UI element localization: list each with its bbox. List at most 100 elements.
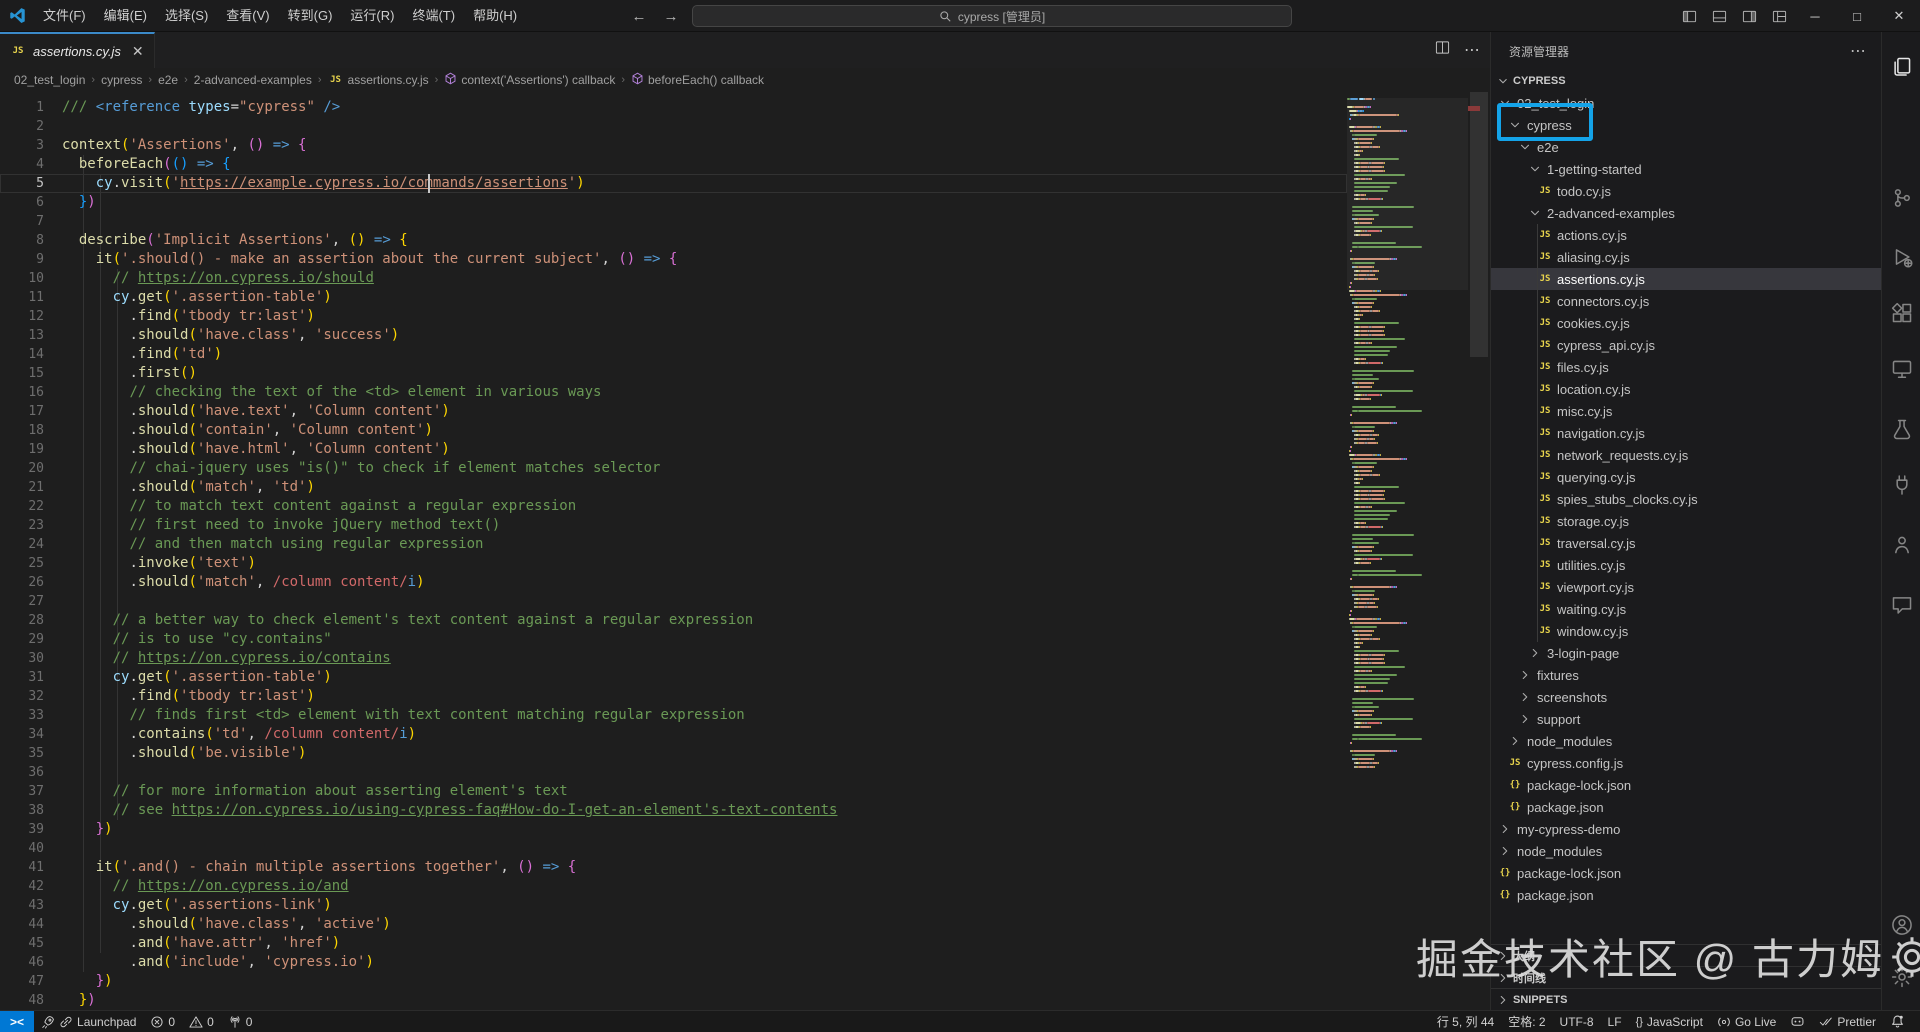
source-control-icon[interactable] [1889,185,1915,211]
minimize-button[interactable]: ─ [1794,0,1836,32]
account-icon[interactable] [1889,912,1915,938]
statusbar-warnings[interactable]: 0 [182,1011,221,1032]
statusbar-cursor-position[interactable]: 行 5, 列 44 [1430,1011,1501,1032]
tree-item-node_modules[interactable]: node_modules [1491,840,1881,862]
breadcrumb-item[interactable]: cypress [101,73,142,87]
back-arrow-icon[interactable]: ← [628,8,650,25]
tree-item-1-getting-started[interactable]: 1-getting-started [1491,158,1881,180]
tree-item-support[interactable]: support [1491,708,1881,730]
breadcrumb-item[interactable]: JSassertions.cy.js [328,73,429,87]
tree-item-fixtures[interactable]: fixtures [1491,664,1881,686]
maximize-button[interactable]: □ [1836,0,1878,32]
tree-item-utilities.cy.js[interactable]: JSutilities.cy.js [1491,554,1881,576]
code-editor[interactable]: 1/// <reference types="cypress" />23cont… [0,92,1490,1010]
tree-item-connectors.cy.js[interactable]: JSconnectors.cy.js [1491,290,1881,312]
tree-item-cookies.cy.js[interactable]: JScookies.cy.js [1491,312,1881,334]
section-大纲[interactable]: 大纲 [1491,944,1882,966]
split-editor-icon[interactable] [1435,40,1450,60]
tree-item-screenshots[interactable]: screenshots [1491,686,1881,708]
statusbar-go-live[interactable]: Go Live [1710,1011,1783,1032]
sidebar-title: 资源管理器 [1509,43,1569,60]
tab-assertions[interactable]: JS assertions.cy.js ✕ [0,32,155,68]
forward-arrow-icon[interactable]: → [660,8,682,25]
search-box[interactable]: cypress [管理员] [692,5,1292,27]
statusbar-indentation[interactable]: 空格: 2 [1501,1011,1552,1032]
files-icon[interactable] [1889,54,1915,80]
tree-item-viewport.cy.js[interactable]: JSviewport.cy.js [1491,576,1881,598]
menu-编辑[interactable]: 编辑(E) [95,0,156,32]
tree-item-package-lock.json[interactable]: {}package-lock.json [1491,774,1881,796]
section-时间线[interactable]: 时间线 [1491,966,1882,988]
tree-item-navigation.cy.js[interactable]: JSnavigation.cy.js [1491,422,1881,444]
settings-gear-icon[interactable] [1889,964,1915,990]
statusbar-eol[interactable]: LF [1601,1011,1629,1032]
tree-item-querying.cy.js[interactable]: JSquerying.cy.js [1491,466,1881,488]
json-file-icon: {} [1497,890,1513,900]
menu-文件[interactable]: 文件(F) [34,0,95,32]
tree-item-assertions.cy.js[interactable]: JSassertions.cy.js [1491,268,1881,290]
run-debug-icon[interactable] [1889,244,1915,270]
statusbar-errors[interactable]: 0 [143,1011,182,1032]
tree-item-todo.cy.js[interactable]: JStodo.cy.js [1491,180,1881,202]
tree-item-cypress.config.js[interactable]: JScypress.config.js [1491,752,1881,774]
breadcrumb-item[interactable]: 2-advanced-examples [194,73,312,87]
toggle-secondary-sidebar-icon[interactable] [1734,0,1764,32]
tree-item-storage.cy.js[interactable]: JSstorage.cy.js [1491,510,1881,532]
scrollbar-thumb[interactable] [1470,92,1488,357]
tree-item-misc.cy.js[interactable]: JSmisc.cy.js [1491,400,1881,422]
tree-item-files.cy.js[interactable]: JSfiles.cy.js [1491,356,1881,378]
tree-item-package-lock.json[interactable]: {}package-lock.json [1491,862,1881,884]
ports-icon[interactable] [1889,472,1915,498]
remote-indicator[interactable]: >< [0,1011,34,1032]
customize-layout-icon[interactable] [1764,0,1794,32]
tree-item-traversal.cy.js[interactable]: JStraversal.cy.js [1491,532,1881,554]
menu-转到[interactable]: 转到(G) [279,0,342,32]
breadcrumb-item[interactable]: 02_test_login [14,73,85,87]
tree-item-cypress_api.cy.js[interactable]: JScypress_api.cy.js [1491,334,1881,356]
tree-item-location.cy.js[interactable]: JSlocation.cy.js [1491,378,1881,400]
tree-item-actions.cy.js[interactable]: JSactions.cy.js [1491,224,1881,246]
tree-root-cypress[interactable]: CYPRESS [1491,70,1881,92]
statusbar-notifications[interactable] [1883,1011,1912,1032]
menu-运行[interactable]: 运行(R) [341,0,403,32]
close-button[interactable]: ✕ [1878,0,1920,32]
tree-item-my-cypress-demo[interactable]: my-cypress-demo [1491,818,1881,840]
tree-item-waiting.cy.js[interactable]: JSwaiting.cy.js [1491,598,1881,620]
minimap[interactable] [1347,98,1468,1010]
tree-item-node_modules[interactable]: node_modules [1491,730,1881,752]
vertical-scrollbar[interactable] [1468,92,1490,1010]
section-SNIPPETS[interactable]: SNIPPETS [1491,988,1882,1010]
statusbar-ports-forwarded[interactable]: 0 [221,1011,260,1032]
tree-item-package.json[interactable]: {}package.json [1491,796,1881,818]
statusbar-encoding[interactable]: UTF-8 [1553,1011,1601,1032]
tree-item-spies_stubs_clocks.cy.js[interactable]: JSspies_stubs_clocks.cy.js [1491,488,1881,510]
tree-item-network_requests.cy.js[interactable]: JSnetwork_requests.cy.js [1491,444,1881,466]
tree-item-3-login-page[interactable]: 3-login-page [1491,642,1881,664]
extensions-icon[interactable] [1889,300,1915,326]
more-actions-icon[interactable]: ⋯ [1464,40,1480,60]
comments-icon[interactable] [1889,592,1915,618]
tree-item-package.json[interactable]: {}package.json [1491,884,1881,906]
menu-查看[interactable]: 查看(V) [217,0,278,32]
sidebar-more-actions-icon[interactable]: ⋯ [1850,41,1867,61]
remote-explorer-icon[interactable] [1889,356,1915,382]
minimap-viewport[interactable] [1347,98,1468,290]
menu-帮助[interactable]: 帮助(H) [464,0,526,32]
toggle-panel-icon[interactable] [1704,0,1734,32]
menu-选择[interactable]: 选择(S) [156,0,217,32]
tree-item-aliasing.cy.js[interactable]: JSaliasing.cy.js [1491,246,1881,268]
toggle-sidebar-icon[interactable] [1674,0,1704,32]
statusbar-launchpad[interactable]: Launchpad [34,1011,143,1032]
breadcrumb-item[interactable]: beforeEach() callback [631,72,764,88]
tree-item-2-advanced-examples[interactable]: 2-advanced-examples [1491,202,1881,224]
live-share-icon[interactable] [1889,532,1915,558]
statusbar-language-mode[interactable]: {}JavaScript [1629,1011,1710,1032]
testing-icon[interactable] [1889,416,1915,442]
statusbar-copilot[interactable] [1783,1011,1812,1032]
breadcrumb-item[interactable]: context('Assertions') callback [444,72,615,88]
tab-close-icon[interactable]: ✕ [132,43,144,60]
statusbar-prettier[interactable]: Prettier [1812,1011,1883,1032]
breadcrumb-item[interactable]: e2e [158,73,178,87]
menu-终端[interactable]: 终端(T) [403,0,464,32]
tree-item-window.cy.js[interactable]: JSwindow.cy.js [1491,620,1881,642]
